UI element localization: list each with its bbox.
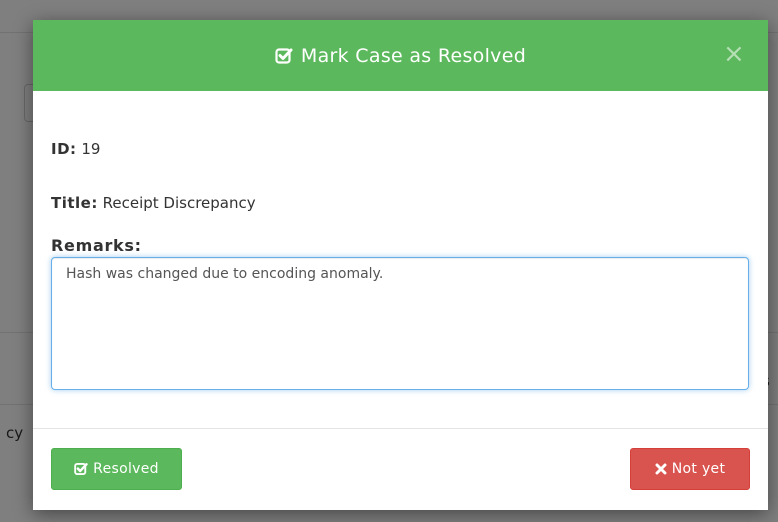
modal-title: Mark Case as Resolved (300, 44, 527, 67)
case-title-label: Title: (51, 194, 98, 212)
case-id-row: ID: 19 (51, 140, 100, 158)
check-square-icon (74, 462, 88, 476)
case-id-label: ID: (51, 140, 77, 158)
x-icon (655, 463, 667, 475)
resolved-button-label: Resolved (93, 461, 159, 477)
resolve-case-modal: Mark Case as Resolved × ID: 19 Title: Re… (33, 20, 768, 510)
not-yet-button[interactable]: Not yet (630, 448, 750, 490)
remarks-textarea[interactable] (51, 257, 749, 390)
case-title-row: Title: Receipt Discrepancy (51, 194, 256, 212)
not-yet-button-label: Not yet (671, 461, 726, 477)
modal-footer: Resolved Not yet (33, 428, 768, 510)
remarks-label: Remarks: (51, 236, 142, 255)
resolved-button[interactable]: Resolved (51, 448, 182, 490)
close-icon[interactable]: × (720, 40, 748, 68)
case-id-value: 19 (81, 140, 101, 158)
modal-header: Mark Case as Resolved × (33, 20, 768, 91)
modal-body: ID: 19 Title: Receipt Discrepancy Remark… (33, 91, 768, 428)
case-title-value: Receipt Discrepancy (102, 194, 256, 212)
check-square-icon (275, 47, 293, 65)
